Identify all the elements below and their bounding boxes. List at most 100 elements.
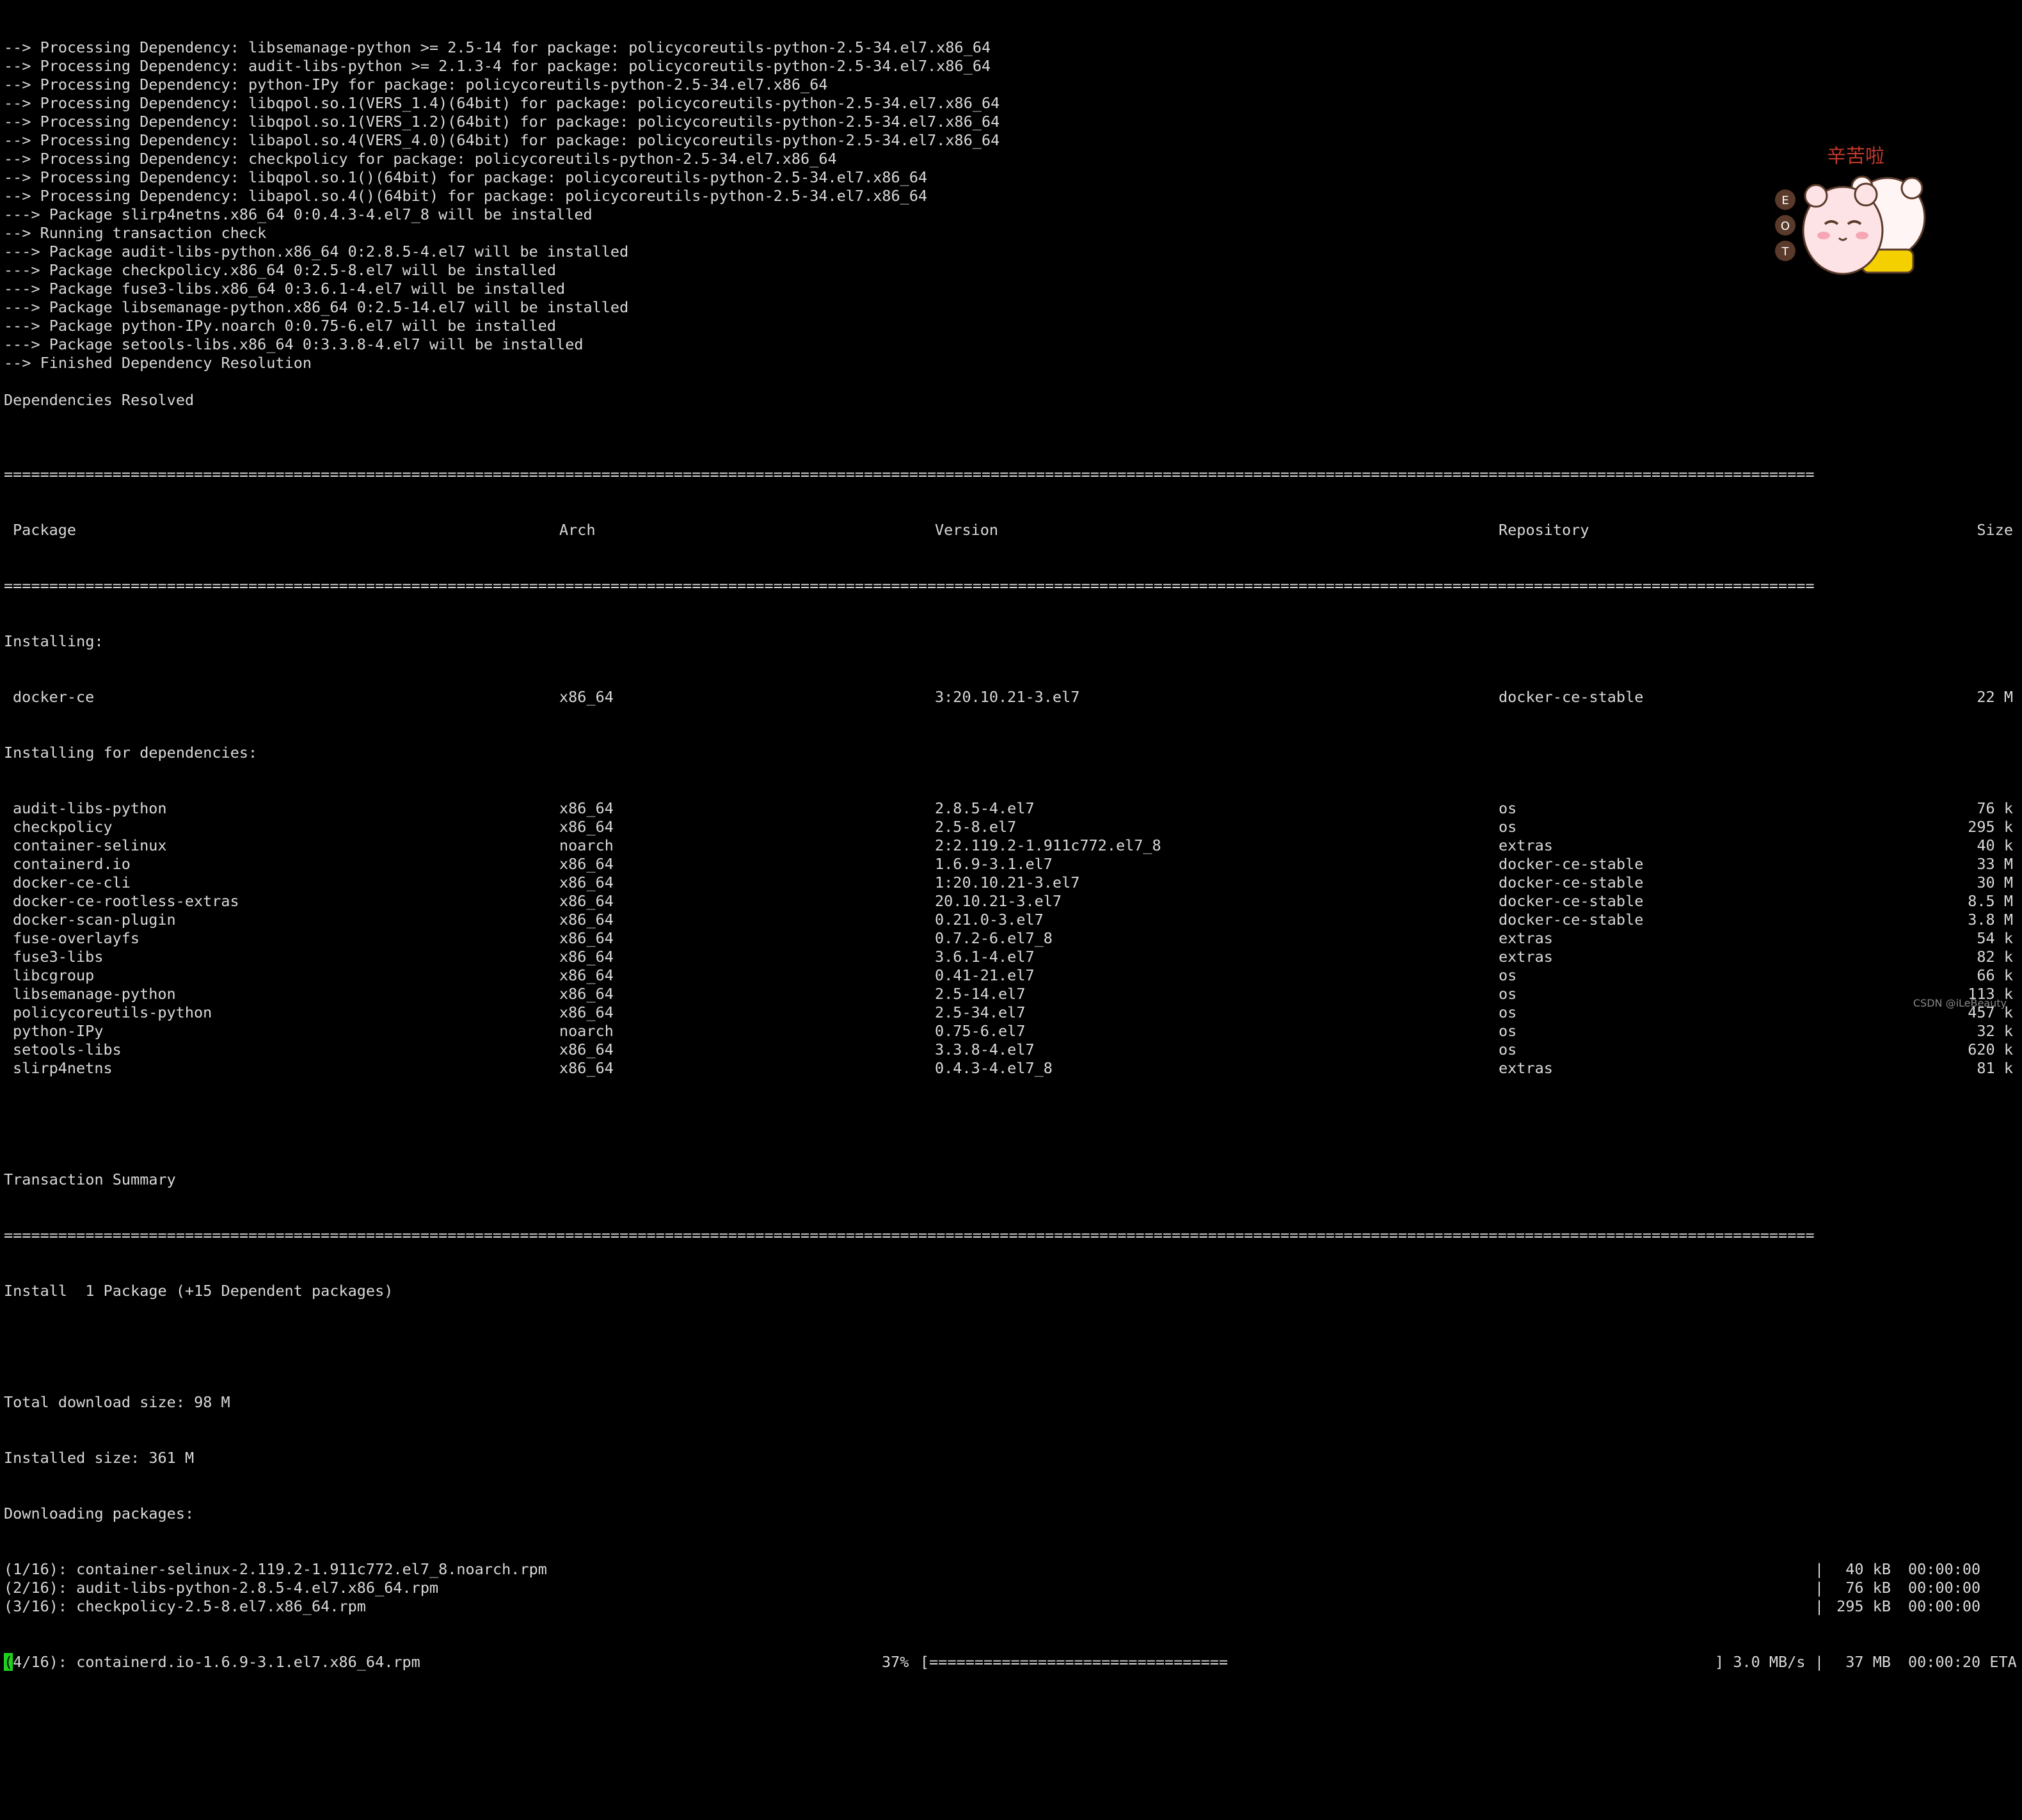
log-line: --> Processing Dependency: libqpol.so.1(…: [4, 168, 928, 186]
package-cell: audit-libs-python: [13, 799, 167, 817]
version-cell: 0.41-21.el7: [935, 966, 1035, 984]
version-cell: 3.3.8-4.el7: [935, 1041, 1035, 1058]
side-letter-1: E: [1781, 194, 1788, 207]
repository-cell: docker-ce-stable: [1499, 688, 1644, 706]
log-line: ---> Package checkpolicy.x86_64 0:2.5-8.…: [4, 261, 557, 279]
arch-cell: x86_64: [559, 799, 614, 817]
package-cell: python-IPy: [13, 1022, 104, 1040]
arch-cell: x86_64: [559, 688, 614, 706]
installed-size: Installed size: 361 M: [4, 1449, 195, 1467]
repository-cell: docker-ce-stable: [1499, 874, 1644, 891]
repository-cell: os: [1499, 966, 1517, 984]
arch-cell: x86_64: [559, 855, 614, 873]
header-arch: Arch: [559, 521, 596, 539]
version-cell: 2.5-8.el7: [935, 818, 1017, 836]
summary-title: Transaction Summary: [4, 1170, 176, 1188]
download-time: 00:00:00: [1908, 1560, 1981, 1578]
summary-rule: ========================================…: [4, 1226, 1815, 1244]
log-line: --> Processing Dependency: libqpol.so.1(…: [4, 113, 1000, 131]
column-separator: |: [1815, 1597, 1824, 1615]
version-cell: 0.7.2-6.el7_8: [935, 929, 1053, 947]
package-cell: fuse-overlayfs: [13, 929, 140, 947]
size-cell: 295 k: [1968, 818, 2013, 836]
version-cell: 2.8.5-4.el7: [935, 799, 1035, 817]
progress-file: (4/16): containerd.io-1.6.9-3.1.el7.x86_…: [4, 1653, 420, 1672]
table-header: Package Arch Version Repository Size: [4, 521, 2018, 539]
package-cell: docker-scan-plugin: [13, 911, 176, 929]
dependency-rows: audit-libs-python x86_64 2.8.5-4.el7 os 76 k…: [4, 799, 2018, 1078]
version-cell: 2:2.119.2-1.911c772.el7_8: [935, 836, 1161, 854]
repository-cell: os: [1499, 799, 1517, 817]
table-row: setools-libs x86_64 3.3.8-4.el7 os 620 k: [4, 1041, 2018, 1059]
download-file: (1/16): container-selinux-2.119.2-1.911c…: [4, 1560, 547, 1578]
package-cell: slirp4netns: [13, 1059, 113, 1077]
package-cell: fuse3-libs: [13, 948, 104, 966]
version-cell: 3.6.1-4.el7: [935, 948, 1035, 966]
repository-cell: extras: [1499, 948, 1553, 966]
progress-bar-open: [: [920, 1653, 930, 1671]
table-row: checkpolicy x86_64 2.5-8.el7 os 295 k: [4, 818, 2018, 836]
table-row: audit-libs-python x86_64 2.8.5-4.el7 os 76 k: [4, 799, 2018, 818]
download-file: (2/16): audit-libs-python-2.8.5-4.el7.x8…: [4, 1579, 439, 1597]
progress-rate: ] 3.0 MB/s: [1715, 1653, 1806, 1672]
header-package: Package: [13, 521, 77, 539]
version-cell: 2.5-14.el7: [935, 985, 1026, 1003]
log-line: ---> Package setools-libs.x86_64 0:3.3.8…: [4, 335, 584, 353]
arch-cell: x86_64: [559, 985, 614, 1003]
repository-cell: os: [1499, 985, 1517, 1003]
download-time: 00:00:00: [1908, 1579, 1981, 1597]
size-cell: 8.5 M: [1968, 892, 2013, 910]
table-row: docker-ce x86_64 3:20.10.21-3.el7 docker-ce…: [4, 688, 2018, 706]
arch-cell: x86_64: [559, 892, 614, 910]
download-rows: (1/16): container-selinux-2.119.2-1.911c…: [4, 1560, 2018, 1616]
yum-log: --> Processing Dependency: libsemanage-p…: [4, 38, 2018, 428]
package-cell: docker-ce: [13, 688, 95, 706]
table-rule-top: ========================================…: [4, 465, 1815, 483]
header-size: Size: [1977, 521, 2013, 539]
log-line: --> Processing Dependency: libsemanage-p…: [4, 38, 991, 56]
log-line: --> Processing Dependency: libqpol.so.1(…: [4, 94, 1000, 112]
watermark: CSDN @iLeBeauty: [1913, 997, 2007, 1009]
table-row: docker-ce-cli x86_64 1:20.10.21-3.el7 docke…: [4, 874, 2018, 892]
arch-cell: noarch: [559, 836, 614, 854]
log-line: --> Processing Dependency: python-IPy fo…: [4, 76, 828, 93]
table-row: containerd.io x86_64 1.6.9-3.1.el7 docker-c…: [4, 855, 2018, 874]
installing-label: Installing:: [4, 632, 104, 650]
size-cell: 3.8 M: [1968, 911, 2013, 929]
total-download-size: Total download size: 98 M: [4, 1393, 230, 1411]
table-row: docker-ce-rootless-extras x86_64 20.10.21-…: [4, 892, 2018, 911]
installing-rows: docker-ce x86_64 3:20.10.21-3.el7 docker-ce…: [4, 688, 2018, 706]
size-cell: 40 k: [1977, 836, 2013, 854]
download-row: (2/16): audit-libs-python-2.8.5-4.el7.x8…: [4, 1579, 2018, 1597]
package-cell: libcgroup: [13, 966, 95, 984]
terminal-window[interactable]: --> Processing Dependency: libsemanage-p…: [0, 0, 2022, 1671]
download-size: 76 kB: [1845, 1579, 1891, 1597]
repository-cell: extras: [1499, 929, 1553, 947]
log-line: --> Processing Dependency: libapol.so.4(…: [4, 131, 1000, 149]
size-cell: 33 M: [1977, 855, 2013, 873]
summary-install-line: Install 1 Package (+15 Dependent package…: [4, 1282, 394, 1300]
table-row: python-IPy noarch 0.75-6.el7 os 32 k: [4, 1022, 2018, 1041]
arch-cell: noarch: [559, 1022, 614, 1040]
downloading-label: Downloading packages:: [4, 1505, 195, 1522]
repository-cell: extras: [1499, 836, 1553, 854]
package-cell: container-selinux: [13, 836, 167, 854]
arch-cell: x86_64: [559, 818, 614, 836]
log-line: ---> Package libsemanage-python.x86_64 0…: [4, 298, 629, 316]
table-row: docker-scan-plugin x86_64 0.21.0-3.el7 dock…: [4, 911, 2018, 929]
repository-cell: os: [1499, 1022, 1517, 1040]
log-line: ---> Package slirp4netns.x86_64 0:0.4.3-…: [4, 205, 593, 223]
repository-cell: os: [1499, 818, 1517, 836]
progress-bar-fill: =================================: [929, 1653, 1229, 1671]
download-row: (1/16): container-selinux-2.119.2-1.911c…: [4, 1560, 2018, 1579]
table-row: fuse-overlayfs x86_64 0.7.2-6.el7_8 extras 5…: [4, 929, 2018, 948]
progress-rate-value: 3.0 MB/s: [1733, 1653, 1806, 1671]
package-cell: libsemanage-python: [13, 985, 176, 1003]
progress-file-name: 4/16): containerd.io-1.6.9-3.1.el7.x86_6…: [13, 1653, 420, 1671]
package-cell: docker-ce-rootless-extras: [13, 892, 239, 910]
version-cell: 1:20.10.21-3.el7: [935, 874, 1080, 891]
log-line: --> Running transaction check: [4, 224, 267, 242]
package-cell: setools-libs: [13, 1041, 122, 1058]
